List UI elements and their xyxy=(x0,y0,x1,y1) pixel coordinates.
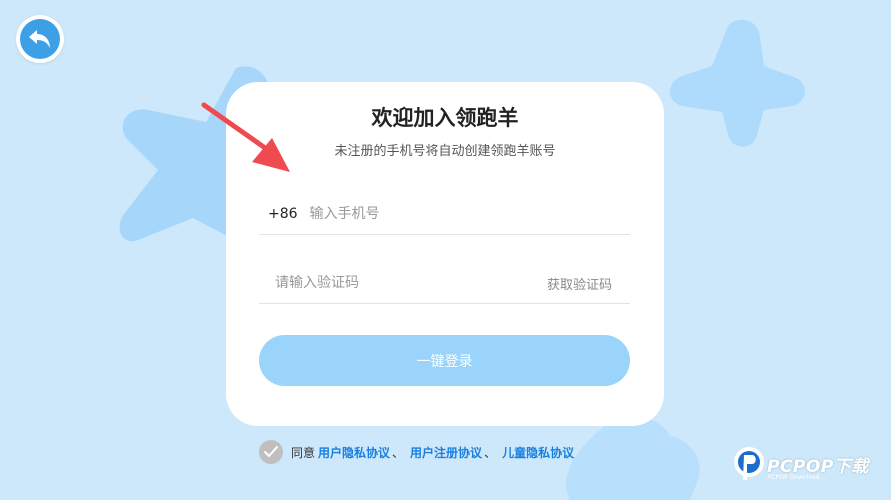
annotation-arrow-icon xyxy=(201,102,290,172)
agree-checkbox[interactable] xyxy=(259,440,283,464)
agreement-row: 同意 用户隐私协议 、 用户注册协议 、 儿童隐私协议 xyxy=(259,439,574,465)
registration-agreement-link[interactable]: 用户注册协议 xyxy=(410,444,482,461)
phone-row: +86 xyxy=(259,194,630,235)
background-star-right xyxy=(670,19,805,147)
back-arrow-icon xyxy=(29,30,50,48)
agree-label: 同意 xyxy=(291,445,316,460)
separator: 、 xyxy=(392,445,405,460)
phone-input[interactable] xyxy=(309,206,630,222)
back-button[interactable] xyxy=(16,15,64,63)
country-code[interactable]: +86 xyxy=(268,206,298,222)
checkmark-icon xyxy=(264,446,278,457)
one-click-login-button[interactable]: 一键登录 xyxy=(259,335,630,386)
child-privacy-policy-link[interactable]: 儿童隐私协议 xyxy=(502,444,574,461)
get-code-button[interactable]: 获取验证码 xyxy=(547,274,612,293)
verification-code-input[interactable] xyxy=(275,275,547,291)
privacy-policy-link[interactable]: 用户隐私协议 xyxy=(318,444,390,461)
code-row: 获取验证码 xyxy=(259,263,630,304)
back-button-circle xyxy=(20,19,60,59)
watermark-logo: PCPOP下载 PCPOP Download xyxy=(732,446,884,486)
pcpop-logo-icon xyxy=(734,447,764,480)
separator: 、 xyxy=(484,445,497,460)
watermark-sub: PCPOP Download xyxy=(768,474,820,481)
